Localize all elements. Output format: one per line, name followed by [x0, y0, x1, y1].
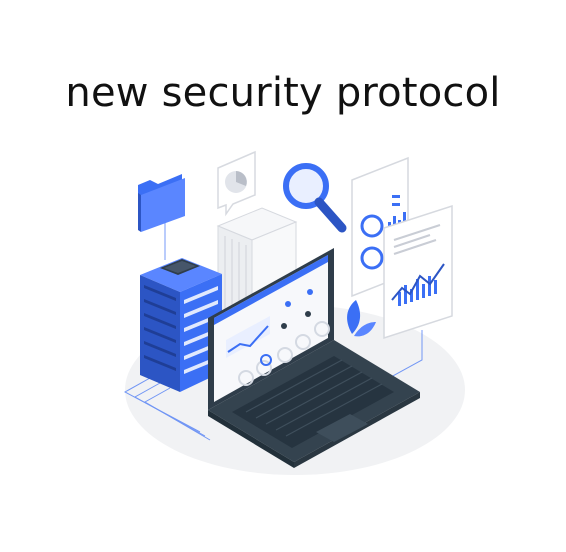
document-front	[383, 204, 453, 340]
magnifier-icon	[283, 163, 347, 233]
pie-chart-icon	[217, 150, 256, 217]
security-illustration	[123, 150, 465, 475]
folder-icon	[138, 174, 185, 232]
